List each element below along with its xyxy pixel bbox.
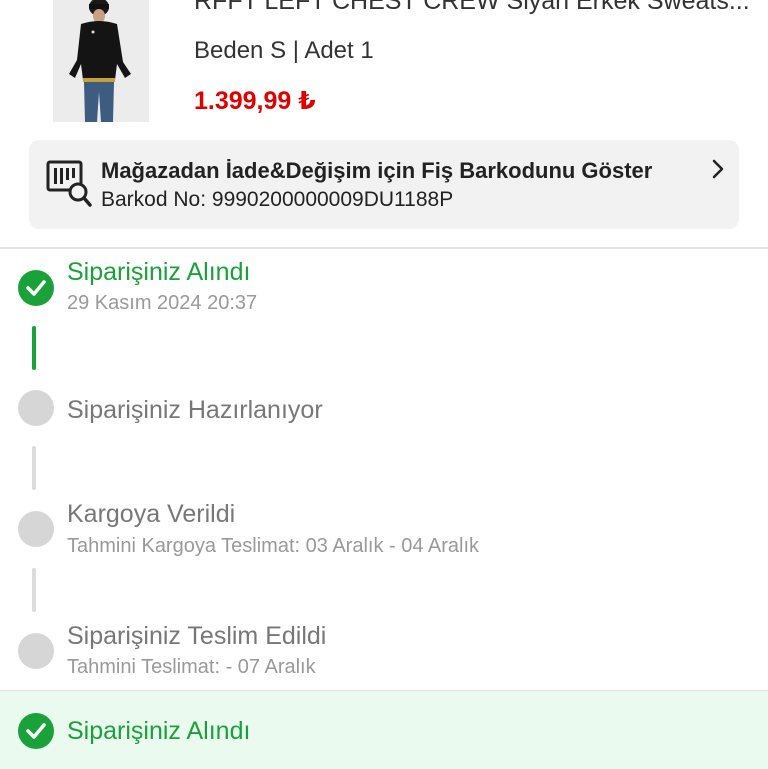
- barcode-number: Barkod No: 9990200000009DU1188P: [101, 188, 454, 211]
- step-title: Siparişiniz Teslim Edildi: [67, 622, 327, 650]
- step-title: Kargoya Verildi: [67, 500, 236, 528]
- product-size-quantity: Beden S | Adet 1: [194, 37, 374, 64]
- step-pending-icon: [18, 633, 54, 669]
- product-price: 1.399,99 ₺: [194, 87, 316, 115]
- step-estimate: Tahmini Kargoya Teslimat: 03 Aralık - 04…: [67, 535, 480, 557]
- step-title: Siparişiniz Hazırlanıyor: [67, 396, 323, 424]
- section-divider: [0, 247, 768, 249]
- barcode-title: Mağazadan İade&Değişim için Fiş Barkodun…: [101, 158, 653, 183]
- step-pending-icon: [18, 511, 54, 547]
- step-completed-icon: [18, 270, 54, 306]
- step-connector: [32, 446, 36, 490]
- step-date: 29 Kasım 2024 20:37: [67, 292, 258, 314]
- status-title: Siparişiniz Alındı: [67, 717, 251, 745]
- barcode-scan-icon: [46, 160, 92, 208]
- barcode-card[interactable]: Mağazadan İade&Değişim için Fiş Barkodun…: [29, 140, 739, 229]
- step-connector: [32, 326, 36, 370]
- order-status-bar[interactable]: Siparişiniz Alındı: [0, 690, 768, 769]
- step-pending-icon: [18, 390, 54, 426]
- status-completed-icon: [18, 713, 54, 749]
- chevron-right-icon: [711, 158, 725, 180]
- product-title[interactable]: RFFT LEFT CHEST CREW Siyah Erkek Sweats.…: [194, 0, 754, 16]
- step-connector: [32, 568, 36, 612]
- product-image[interactable]: [53, 0, 149, 122]
- step-title: Siparişiniz Alındı: [67, 258, 251, 286]
- step-estimate: Tahmini Teslimat: - 07 Aralık: [67, 656, 316, 678]
